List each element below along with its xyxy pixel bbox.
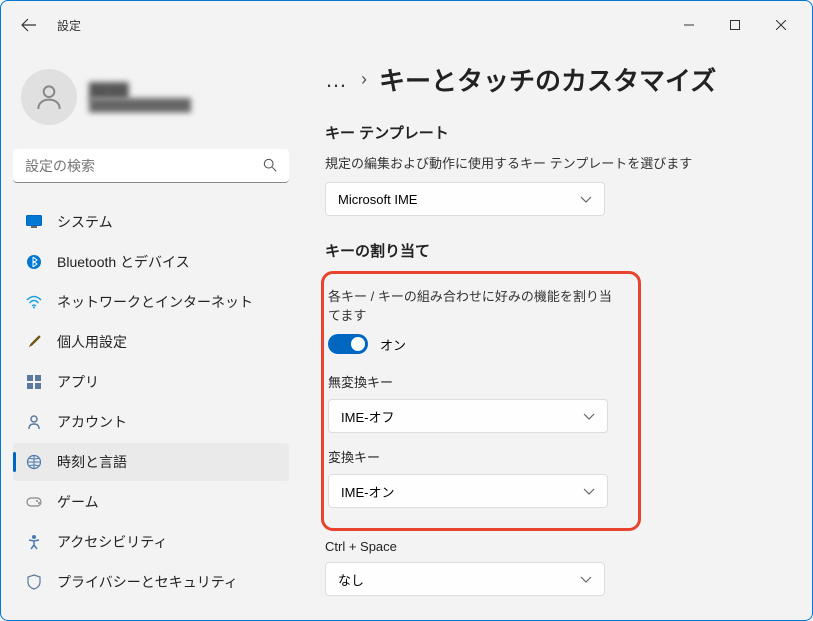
page-title: キーとタッチのカスタマイズ — [379, 61, 716, 98]
person-icon — [33, 81, 65, 113]
close-icon — [776, 20, 786, 30]
template-dropdown[interactable]: Microsoft IME — [325, 182, 605, 216]
muhenkan-dropdown[interactable]: IME-オフ — [328, 399, 608, 433]
search-box — [13, 149, 289, 183]
sidebar-item-time-language[interactable]: 時刻と言語 — [13, 443, 289, 481]
system-icon — [25, 213, 43, 231]
dropdown-value: IME-オフ — [341, 407, 394, 426]
bluetooth-icon — [25, 253, 43, 271]
section-desc-template: 規定の編集および動作に使用するキー テンプレートを選びます — [325, 153, 772, 172]
dropdown-value: Microsoft IME — [338, 192, 417, 207]
window-title: 設定 — [57, 17, 81, 34]
minimize-button[interactable] — [666, 9, 712, 41]
dropdown-value: なし — [338, 570, 364, 589]
sidebar-item-label: ネットワークとインターネット — [57, 292, 253, 312]
sidebar-item-gaming[interactable]: ゲーム — [13, 483, 289, 521]
sidebar-item-network[interactable]: ネットワークとインターネット — [13, 283, 289, 321]
ctrl-space-label: Ctrl + Space — [325, 539, 772, 554]
brush-icon — [25, 333, 43, 351]
sidebar-item-label: プライバシーとセキュリティ — [57, 572, 238, 592]
dropdown-value: IME-オン — [341, 482, 394, 501]
breadcrumb-more[interactable]: … — [325, 67, 349, 93]
search-input[interactable] — [13, 149, 289, 183]
close-button[interactable] — [758, 9, 804, 41]
gaming-icon — [25, 493, 43, 511]
ctrl-space-dropdown[interactable]: なし — [325, 562, 605, 596]
chevron-down-icon — [583, 409, 595, 424]
main-content: … › キーとタッチのカスタマイズ キー テンプレート 規定の編集および動作に使… — [301, 49, 812, 620]
user-info: ████ ████████████ — [89, 82, 191, 112]
maximize-icon — [730, 20, 740, 30]
sidebar-item-label: Bluetooth とデバイス — [57, 252, 190, 272]
henkan-dropdown[interactable]: IME-オン — [328, 474, 608, 508]
accessibility-icon — [25, 533, 43, 551]
sidebar-item-bluetooth[interactable]: Bluetooth とデバイス — [13, 243, 289, 281]
sidebar-item-system[interactable]: システム — [13, 203, 289, 241]
wifi-icon — [25, 293, 43, 311]
toggle-label: オン — [380, 335, 406, 354]
user-name: ████ — [89, 82, 191, 98]
sidebar-item-accounts[interactable]: アカウント — [13, 403, 289, 441]
sidebar-item-accessibility[interactable]: アクセシビリティ — [13, 523, 289, 561]
assignment-toggle[interactable] — [328, 334, 368, 354]
sidebar-item-apps[interactable]: アプリ — [13, 363, 289, 401]
sidebar-item-label: 個人用設定 — [57, 332, 127, 352]
titlebar: 設定 — [1, 1, 812, 49]
section-desc-assignment: 各キー / キーの組み合わせに好みの機能を割り当てます — [328, 286, 622, 324]
henkan-label: 変換キー — [328, 447, 622, 466]
section-title-template: キー テンプレート — [325, 122, 772, 143]
sidebar-item-personalization[interactable]: 個人用設定 — [13, 323, 289, 361]
sidebar-item-label: アクセシビリティ — [57, 532, 167, 552]
sidebar-item-label: アプリ — [57, 372, 99, 392]
maximize-button[interactable] — [712, 9, 758, 41]
sidebar-item-label: ゲーム — [57, 492, 99, 512]
window-controls — [666, 9, 804, 41]
chevron-down-icon — [580, 572, 592, 587]
account-icon — [25, 413, 43, 431]
user-area[interactable]: ████ ████████████ — [13, 61, 289, 133]
back-button[interactable] — [9, 5, 49, 45]
shield-icon — [25, 573, 43, 591]
chevron-down-icon — [580, 192, 592, 207]
sidebar-item-label: 時刻と言語 — [57, 452, 127, 472]
search-icon — [263, 158, 277, 177]
sidebar-item-label: システム — [57, 212, 113, 232]
chevron-right-icon: › — [361, 69, 367, 90]
sidebar: ████ ████████████ システム Bluetooth とデバイス ネ… — [1, 49, 301, 620]
apps-icon — [25, 373, 43, 391]
toggle-row: オン — [328, 334, 622, 354]
sidebar-item-privacy[interactable]: プライバシーとセキュリティ — [13, 563, 289, 601]
minimize-icon — [684, 20, 694, 30]
muhenkan-label: 無変換キー — [328, 372, 622, 391]
highlight-annotation: 各キー / キーの組み合わせに好みの機能を割り当てます オン 無変換キー IME… — [321, 271, 641, 531]
breadcrumb: … › キーとタッチのカスタマイズ — [325, 61, 772, 98]
section-title-assignment: キーの割り当て — [325, 240, 772, 261]
globe-icon — [25, 453, 43, 471]
chevron-down-icon — [583, 484, 595, 499]
avatar — [21, 69, 77, 125]
sidebar-item-label: アカウント — [57, 412, 127, 432]
user-email: ████████████ — [89, 98, 191, 112]
arrow-left-icon — [21, 17, 37, 33]
